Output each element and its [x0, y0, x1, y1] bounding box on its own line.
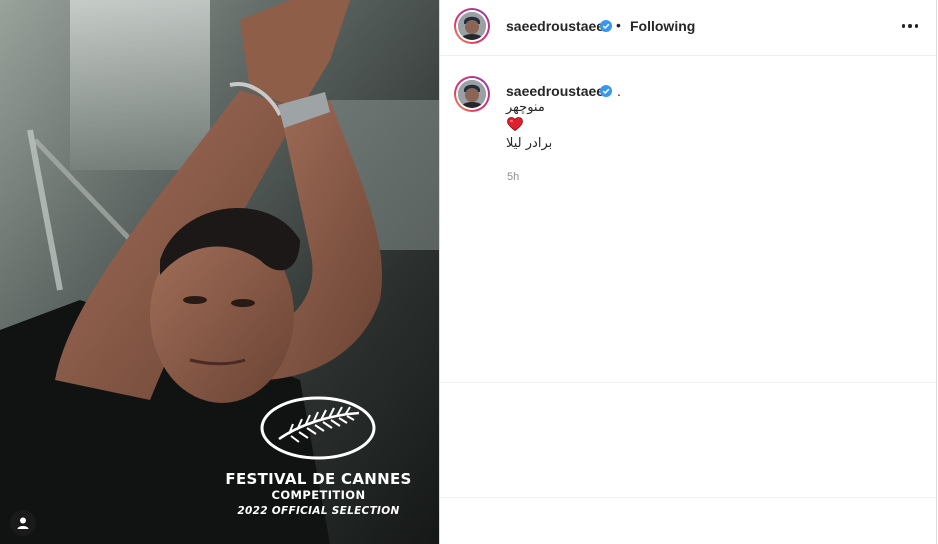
- avatar-photo: [458, 80, 486, 108]
- overlay-line-competition: COMPETITION: [271, 488, 366, 502]
- section-divider: [440, 382, 936, 383]
- avatar-photo: [458, 12, 486, 40]
- more-horizontal-icon: [901, 24, 906, 28]
- caption-line-2: برادر لیلا: [506, 136, 553, 151]
- author-username[interactable]: saeedroustaee: [506, 17, 604, 35]
- person-icon: [17, 517, 29, 529]
- cannes-palm-logo: [260, 396, 376, 460]
- cannes-overlay-text: FESTIVAL DE CANNES COMPETITION 2022 OFFI…: [196, 470, 439, 519]
- more-options-button[interactable]: [898, 14, 922, 38]
- following-button[interactable]: Following: [630, 17, 695, 35]
- overlay-line-festival: FESTIVAL DE CANNES: [225, 470, 412, 488]
- verified-badge-icon: [600, 20, 612, 32]
- verified-badge-icon: [600, 85, 612, 97]
- post-timestamp[interactable]: 5h: [507, 170, 519, 184]
- caption-line-1: منوچهر: [506, 100, 545, 115]
- red-heart-emoji-icon: [507, 117, 523, 131]
- header-separator: •: [616, 17, 621, 33]
- post-header: saeedroustaee • Following: [440, 0, 936, 56]
- caption-username[interactable]: saeedroustaee: [506, 82, 604, 100]
- caption-period: .: [617, 83, 621, 99]
- post-photo: [0, 0, 439, 544]
- overlay-line-selection: 2022 OFFICIAL SELECTION: [237, 505, 400, 517]
- section-divider: [440, 497, 936, 498]
- post-details-pane: saeedroustaee • Following saeedroustaee: [439, 0, 937, 544]
- author-avatar[interactable]: [454, 8, 490, 44]
- caption-avatar[interactable]: [454, 76, 490, 112]
- tagged-user-button[interactable]: [10, 510, 36, 536]
- post-image[interactable]: FESTIVAL DE CANNES COMPETITION 2022 OFFI…: [0, 0, 439, 544]
